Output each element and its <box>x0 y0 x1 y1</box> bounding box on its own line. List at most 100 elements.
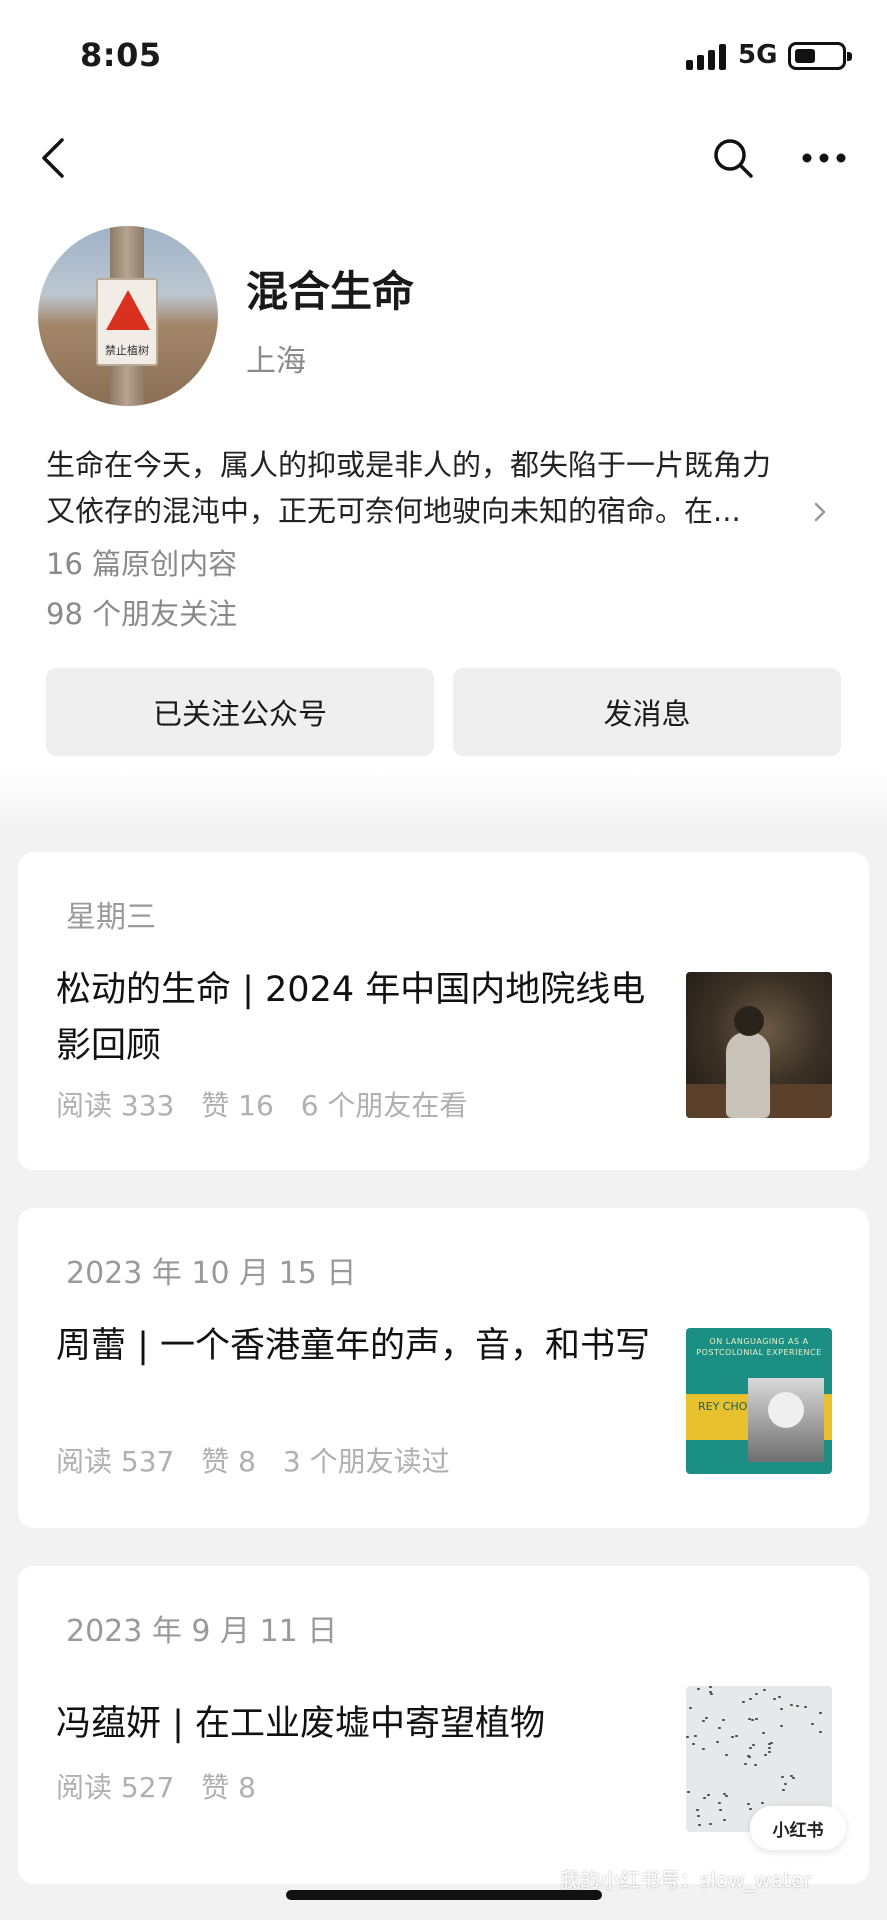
bird-dot <box>689 1707 692 1709</box>
battery-icon <box>788 42 852 70</box>
article-date: 2023 年 9 月 11 日 <box>66 1614 338 1649</box>
bird-dot <box>790 1775 793 1777</box>
bird-dot <box>697 1688 700 1690</box>
bird-dot <box>725 1795 728 1797</box>
bird-dot <box>703 1797 706 1799</box>
watermark: 我的小红书号：slow_water <box>560 1868 812 1892</box>
bird-dot <box>719 1809 722 1811</box>
bird-dot <box>702 1748 705 1750</box>
friends-watching: 6 个朋友在看 <box>300 1089 468 1122</box>
bio-line: 又依存的混沌中，正无可奈何地驶向未知的宿命。在... <box>46 494 741 528</box>
more-dots-icon <box>802 153 846 163</box>
bird-dot <box>763 1689 766 1691</box>
bird-dot <box>778 1696 781 1698</box>
more-button[interactable] <box>796 128 852 188</box>
bird-dot <box>694 1735 697 1737</box>
bird-dot <box>697 1815 700 1817</box>
avatar-sign-text: 禁止植树 <box>105 344 149 357</box>
back-button[interactable] <box>28 128 78 188</box>
bird-dot <box>705 1717 708 1719</box>
home-indicator <box>286 1890 602 1900</box>
article-title[interactable]: 周蕾 | 一个香港童年的声，音，和书写 <box>56 1318 656 1374</box>
xiaohongshu-badge: 小红书 <box>750 1806 846 1850</box>
search-icon <box>714 139 753 178</box>
bird-dot <box>768 1751 771 1753</box>
article-thumbnail[interactable] <box>686 972 832 1118</box>
bird-dot <box>747 1803 750 1805</box>
signal-icon <box>686 44 728 70</box>
article-meta: 阅读 333 赞 16 6 个朋友在看 <box>56 1084 485 1124</box>
bird-dot <box>718 1727 721 1729</box>
account-name: 混合生命 <box>246 267 415 316</box>
bird-dot <box>751 1719 754 1721</box>
article-card[interactable]: 星期三 松动的生命 | 2024 年中国内地院线电影回顾 阅读 333 赞 16… <box>18 852 869 1170</box>
bird-dot <box>819 1731 822 1733</box>
article-date: 2023 年 10 月 15 日 <box>66 1256 357 1291</box>
article-thumbnail[interactable]: ON LANGUAGING AS A POSTCOLONIAL EXPERIEN… <box>686 1328 832 1474</box>
bird-dot <box>749 1747 752 1749</box>
chevron-right-icon[interactable] <box>812 500 828 524</box>
bird-dot <box>723 1793 726 1795</box>
bird-dot <box>749 1698 752 1700</box>
friends-following-count[interactable]: 98 个朋友关注 <box>46 591 237 633</box>
article-title[interactable]: 冯蕴妍 | 在工业废墟中寄望植物 <box>56 1696 656 1752</box>
bird-dot <box>768 1747 771 1749</box>
bird-dot <box>709 1686 712 1688</box>
avatar-sign: 禁止植树 <box>96 278 158 366</box>
bird-dot <box>811 1723 814 1725</box>
bird-dot <box>755 1693 758 1695</box>
article-title[interactable]: 松动的生命 | 2024 年中国内地院线电影回顾 <box>56 962 656 1074</box>
bird-dot <box>722 1719 725 1721</box>
bird-dot <box>742 1701 745 1703</box>
search-button[interactable] <box>706 128 760 188</box>
article-card[interactable]: 2023 年 9 月 11 日 冯蕴妍 | 在工业废墟中寄望植物 阅读 527 … <box>18 1566 869 1884</box>
bird-dot <box>761 1802 764 1804</box>
bird-dot <box>790 1704 793 1706</box>
article-meta: 阅读 527 赞 8 <box>56 1766 274 1806</box>
bird-dot <box>747 1755 750 1757</box>
bird-dot <box>709 1823 712 1825</box>
bird-dot <box>735 1735 738 1737</box>
network-type: 5G <box>738 40 778 70</box>
bird-dot <box>752 1744 755 1746</box>
account-bio[interactable]: 生命在今天，属人的抑或是非人的，都失陷于一片既角力 又依存的混沌中，正无可奈何地… <box>46 442 836 534</box>
friends-read: 3 个朋友读过 <box>282 1445 450 1478</box>
bird-dot <box>723 1819 726 1821</box>
book-cover-title: ON LANGUAGING AS A POSTCOLONIAL EXPERIEN… <box>696 1337 822 1357</box>
bird-dot <box>781 1776 784 1778</box>
original-articles-count[interactable]: 16 篇原创内容 <box>46 541 237 583</box>
article-date: 星期三 <box>66 900 156 935</box>
bird-dot <box>709 1691 712 1693</box>
read-count: 阅读 537 <box>56 1445 175 1478</box>
bird-dot <box>819 1712 822 1714</box>
bird-dot <box>764 1754 767 1756</box>
bird-dot <box>725 1754 728 1756</box>
bird-dot <box>686 1736 689 1738</box>
bird-dot <box>698 1824 701 1826</box>
followed-account-button[interactable]: 已关注公众号 <box>46 668 434 756</box>
bird-dot <box>696 1809 699 1811</box>
bird-dot <box>782 1789 785 1791</box>
bird-dot <box>716 1741 719 1743</box>
article-meta: 阅读 537 赞 8 3 个朋友读过 <box>56 1440 468 1480</box>
avatar[interactable]: 禁止植树 <box>38 226 218 406</box>
bird-dot <box>749 1808 752 1810</box>
read-count: 阅读 333 <box>56 1089 175 1122</box>
article-card[interactable]: 2023 年 10 月 15 日 周蕾 | 一个香港童年的声，音，和书写 阅读 … <box>18 1208 869 1528</box>
status-time: 8:05 <box>80 36 162 74</box>
bird-dot <box>692 1743 695 1745</box>
chevron-left-icon <box>42 138 64 178</box>
bird-dot <box>792 1777 795 1779</box>
bird-dot <box>755 1718 758 1720</box>
like-count: 赞 8 <box>201 1771 256 1804</box>
bird-dot <box>702 1720 705 1722</box>
bird-dot <box>780 1708 783 1710</box>
bird-dot <box>796 1705 799 1707</box>
bird-dot <box>707 1794 710 1796</box>
nav-bar <box>0 118 887 198</box>
read-count: 阅读 527 <box>56 1771 175 1804</box>
send-message-button[interactable]: 发消息 <box>453 668 841 756</box>
bird-dot <box>784 1783 787 1785</box>
bird-dot <box>718 1802 721 1804</box>
status-bar: 8:05 5G <box>0 0 887 110</box>
